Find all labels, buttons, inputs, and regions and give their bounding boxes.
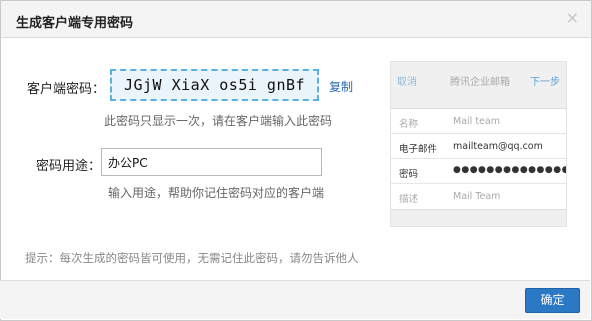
usage-hint: 输入用途，帮助你记住密码对应的客户端 <box>108 186 325 200</box>
preview-row-description: 描述 Mail Team <box>391 184 566 209</box>
preview-next: 下一步 <box>530 77 560 88</box>
preview-row-key: 电子邮件 <box>399 144 438 155</box>
preview-title: 腾讯企业邮箱 <box>450 77 510 88</box>
preview-row-password: 密码 ●●●●●●●●●●●●●●●● <box>391 159 566 184</box>
dialog-titlebar: 生成客户端专用密码 × <box>1 1 591 38</box>
preview-row-key: 名称 <box>399 119 419 130</box>
password-label: 客户端密码： <box>27 82 106 97</box>
generated-password[interactable]: JGjW XiaX os5i gnBf <box>110 69 319 101</box>
preview-row-value: Mail Team <box>453 191 501 202</box>
client-preview: 取消 腾讯企业邮箱 下一步 名称 Mail team 电子邮件 mailteam… <box>390 61 567 227</box>
usage-input[interactable] <box>101 148 322 176</box>
preview-row-key: 密码 <box>399 169 419 180</box>
password-hint: 此密码只显示一次，请在客户端输入此密码 <box>104 114 333 128</box>
close-icon[interactable]: × <box>566 10 579 26</box>
usage-label: 密码用途： <box>36 159 102 174</box>
copy-link[interactable]: 复制 <box>329 78 353 95</box>
ok-button[interactable]: 确定 <box>525 288 580 313</box>
preview-list: 名称 Mail team 电子邮件 mailteam@qq.com 密码 ●●●… <box>391 108 566 210</box>
dialog-title: 生成客户端专用密码 <box>16 16 134 31</box>
preview-row-value: Mail team <box>453 116 500 127</box>
tip-text: 提示：每次生成的密码皆可使用，无需记住此密码，请勿告诉他人 <box>25 251 359 265</box>
dialog-footer <box>0 280 590 319</box>
preview-cancel: 取消 <box>397 77 417 88</box>
preview-row-value: mailteam@qq.com <box>453 141 543 152</box>
preview-row-name: 名称 Mail team <box>391 109 566 134</box>
preview-row-key: 描述 <box>399 194 419 205</box>
preview-row-email: 电子邮件 mailteam@qq.com <box>391 134 566 159</box>
preview-row-value: ●●●●●●●●●●●●●●●● <box>453 165 566 175</box>
preview-header: 取消 腾讯企业邮箱 下一步 <box>391 62 566 96</box>
